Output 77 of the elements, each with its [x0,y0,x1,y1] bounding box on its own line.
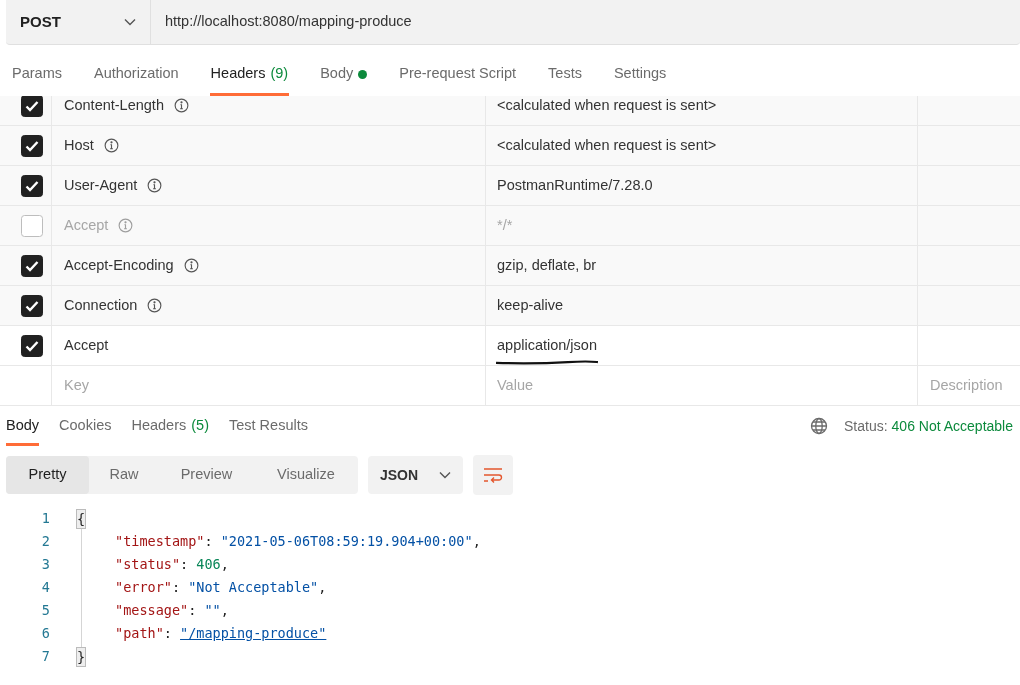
code-token: , [318,578,327,598]
code-token: "path" [115,624,164,644]
caret-icon [439,471,451,479]
header-key: Content-Length [64,96,164,117]
header-value: <calculated when request is sent> [497,96,717,115]
header-value: */* [497,215,513,235]
header-key: Accept-Encoding [64,254,174,277]
line-number: 1 [40,509,50,529]
header-key: Host [64,134,94,157]
status-label: Status: [844,416,888,436]
header-value: PostmanRuntime/7.28.0 [497,175,653,195]
code-token: "status" [115,555,181,575]
url-field[interactable]: http://localhost:8080/mapping-produce [151,0,1020,44]
path-link[interactable]: "/mapping-produce" [180,623,327,644]
code-token: : [163,624,173,644]
request-tab[interactable]: Params [11,52,63,96]
header-value: keep-alive [497,295,564,315]
code-token: : [204,532,214,552]
request-tab[interactable]: Settings [612,52,668,96]
globe-icon[interactable] [810,417,828,435]
header-value: <calculated when request is sent> [497,135,717,155]
line-number: 3 [40,555,50,575]
view-mode-tab[interactable]: Pretty [6,456,89,494]
checkbox[interactable] [20,254,43,277]
code-token: , [220,601,229,621]
code-token: , [472,532,481,552]
view-mode-tab[interactable]: Visualize [254,456,358,494]
header-value: application/json [497,334,597,357]
request-tab[interactable]: Pre-request Script [398,52,518,96]
code-token: 406 [196,555,221,575]
response-tab[interactable]: Cookies [59,406,112,446]
info-icon[interactable] [147,298,163,313]
checkbox[interactable] [20,294,43,317]
line-number: 2 [40,532,50,552]
code-token: : [171,578,182,598]
checkbox[interactable] [20,96,43,117]
request-tab[interactable]: Body [319,52,369,96]
wrap-icon [483,467,503,483]
header-key: Accept [64,214,109,237]
brace-bracket: { [76,508,87,529]
code-token: "error" [115,578,172,598]
caret-icon [124,18,136,26]
view-mode-tab[interactable]: Preview [159,456,254,494]
info-icon[interactable] [103,138,119,153]
header-key: Connection [64,294,138,317]
code-token: "Not Acceptable" [188,578,319,598]
header-key: Accept [64,334,109,357]
header-value: gzip, deflate, br [497,255,597,275]
checkbox[interactable] [20,134,43,157]
header-key: User-Agent [64,174,138,197]
code-token: , [220,555,229,575]
method-dropdown[interactable]: POST [6,0,151,44]
brace-bracket: } [76,646,87,667]
response-tab[interactable]: Test Results [229,406,308,446]
code-token: "timestamp" [115,532,205,552]
checkbox[interactable] [20,334,43,357]
line-number: 4 [40,578,50,598]
format-dropdown[interactable]: JSON [368,456,463,494]
request-tab[interactable]: Tests [547,52,583,96]
status-value: 406 Not Acceptable [891,416,1013,436]
view-mode-tab[interactable]: Raw [89,456,159,494]
code-token: "message" [115,601,189,621]
code-token: "" [204,601,221,621]
info-icon[interactable] [183,258,199,273]
line-number: 5 [40,601,50,621]
checkbox[interactable] [20,214,43,237]
code-token: "2021-05-06T08:59:19.904+00:00" [220,532,473,552]
info-icon[interactable] [147,178,163,193]
line-number: 6 [40,624,50,644]
info-icon[interactable] [173,98,189,113]
response-tab[interactable]: Body [6,406,40,446]
line-number: 7 [40,647,50,667]
request-tab[interactable]: Authorization [92,52,180,96]
code-token: : [180,555,190,575]
code-token: : [188,601,198,621]
checkbox[interactable] [20,174,43,197]
response-tab[interactable]: Headers (5) [131,406,209,446]
